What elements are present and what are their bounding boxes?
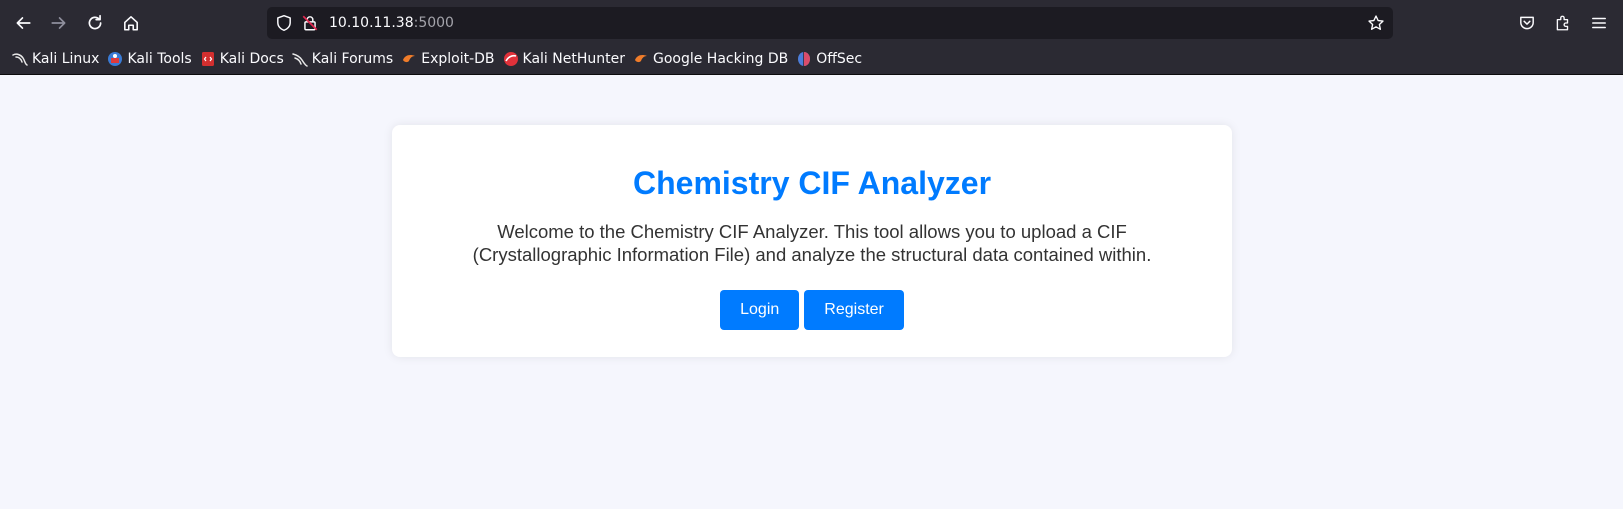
- page-content: Chemistry CIF Analyzer Welcome to the Ch…: [0, 75, 1623, 509]
- reload-icon: [88, 14, 102, 30]
- menu-button[interactable]: [1583, 7, 1615, 39]
- home-button[interactable]: [115, 7, 147, 39]
- bookmark-kali-tools[interactable]: Kali Tools: [105, 47, 197, 71]
- bookmark-google-hacking-db[interactable]: Google Hacking DB: [631, 47, 794, 71]
- welcome-description: Welcome to the Chemistry CIF Analyzer. T…: [472, 221, 1152, 265]
- pocket-button[interactable]: [1511, 7, 1543, 39]
- bookmark-offsec[interactable]: OffSec: [794, 47, 868, 71]
- pocket-icon: [1520, 16, 1534, 30]
- welcome-card: Chemistry CIF Analyzer Welcome to the Ch…: [392, 125, 1232, 357]
- bookmark-kali-docs[interactable]: Kali Docs: [198, 47, 290, 71]
- url-text[interactable]: 10.10.11.38:5000: [329, 13, 454, 33]
- login-button[interactable]: Login: [720, 290, 800, 330]
- kali-forums-icon: [292, 53, 308, 67]
- insecure-lock-icon[interactable]: [301, 14, 319, 32]
- url-port: :5000: [413, 15, 454, 31]
- bookmark-kali-nethunter[interactable]: Kali NetHunter: [501, 47, 631, 71]
- forward-button[interactable]: [43, 7, 75, 39]
- bookmark-label: Kali NetHunter: [522, 51, 625, 67]
- offsec-icon: [798, 52, 811, 66]
- arrow-left-icon: [16, 17, 31, 29]
- kali-docs-icon: [201, 52, 214, 66]
- bookmark-label: Exploit-DB: [421, 51, 495, 67]
- page-title: Chemistry CIF Analyzer: [632, 165, 992, 201]
- bookmark-kali-forums[interactable]: Kali Forums: [290, 47, 399, 71]
- hamburger-menu-icon: [1592, 17, 1606, 29]
- bookmark-label: Kali Docs: [219, 51, 284, 67]
- puzzle-icon: [1556, 15, 1569, 31]
- bookmark-label: Kali Tools: [127, 51, 192, 67]
- back-button[interactable]: [7, 7, 39, 39]
- home-icon: [124, 16, 138, 31]
- nethunter-icon: [503, 52, 518, 66]
- arrow-right-icon: [51, 17, 66, 29]
- extensions-button[interactable]: [1547, 7, 1579, 39]
- bookmarks-toolbar: Kali Linux Kali Tools Kali Docs Kali For…: [0, 44, 1623, 75]
- kali-dragon-icon: [12, 53, 28, 66]
- exploit-db-icon: [403, 55, 416, 63]
- browser-toolbar: 10.10.11.38:5000: [0, 0, 1623, 44]
- bookmark-star-icon[interactable]: [1367, 14, 1385, 32]
- bookmark-exploit-db[interactable]: Exploit-DB: [399, 47, 500, 71]
- url-bar[interactable]: 10.10.11.38:5000: [267, 7, 1393, 39]
- url-host: 10.10.11.38: [329, 15, 414, 31]
- shield-icon[interactable]: [275, 14, 293, 32]
- bookmark-label: Google Hacking DB: [652, 51, 789, 67]
- reload-button[interactable]: [79, 7, 111, 39]
- kali-tools-icon: [108, 52, 123, 66]
- ghdb-icon: [634, 55, 647, 63]
- bookmark-label: Kali Linux: [32, 51, 100, 67]
- bookmark-kali-linux[interactable]: Kali Linux: [10, 47, 105, 71]
- bookmark-label: OffSec: [816, 51, 863, 67]
- register-button[interactable]: Register: [804, 290, 904, 330]
- auth-buttons: Login Register: [392, 290, 1232, 330]
- bookmark-label: Kali Forums: [311, 51, 394, 67]
